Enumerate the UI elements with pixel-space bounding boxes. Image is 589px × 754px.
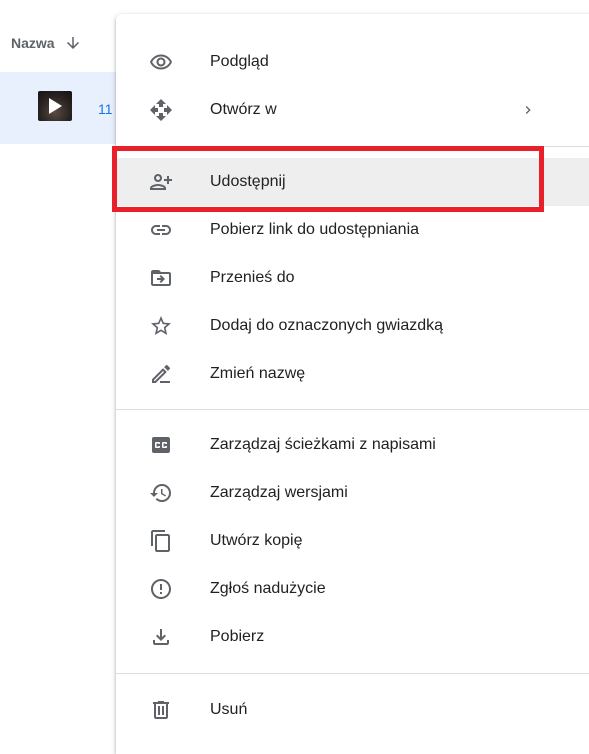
menu-item-manage-captions[interactable]: Zarządzaj ścieżkami z napisami bbox=[116, 421, 589, 469]
arrow-down-icon[interactable] bbox=[64, 34, 82, 52]
menu-item-label: Otwórz w bbox=[210, 101, 277, 118]
video-play-icon bbox=[38, 91, 72, 121]
menu-item-make-copy[interactable]: Utwórz kopię bbox=[116, 517, 589, 565]
eye-icon bbox=[149, 50, 173, 74]
context-menu: Podgląd Otwórz w Udostępnij Pobierz link… bbox=[116, 14, 589, 754]
menu-item-label: Pobierz link do udostępniania bbox=[210, 221, 420, 238]
menu-item-open-with[interactable]: Otwórz w bbox=[116, 86, 589, 134]
menu-item-label: Zgłoś nadużycie bbox=[210, 580, 326, 597]
file-name[interactable]: 11 bbox=[98, 101, 113, 117]
menu-item-get-link[interactable]: Pobierz link do udostępniania bbox=[116, 206, 589, 254]
menu-item-rename[interactable]: Zmień nazwę bbox=[116, 350, 589, 398]
open-with-icon bbox=[149, 98, 173, 122]
download-icon bbox=[149, 625, 173, 649]
history-icon bbox=[149, 481, 173, 505]
menu-item-label: Zarządzaj ścieżkami z napisami bbox=[210, 436, 436, 453]
pencil-icon bbox=[149, 362, 173, 386]
menu-item-move-to[interactable]: Przenieś do bbox=[116, 254, 589, 302]
menu-item-delete[interactable]: Usuń bbox=[116, 686, 589, 734]
report-icon bbox=[149, 577, 173, 601]
menu-divider bbox=[116, 673, 589, 674]
sort-by-name-header[interactable]: Nazwa bbox=[11, 34, 82, 52]
menu-item-label: Podgląd bbox=[210, 53, 269, 70]
menu-item-label: Usuń bbox=[210, 701, 248, 718]
chevron-right-icon bbox=[520, 102, 536, 118]
menu-item-preview[interactable]: Podgląd bbox=[116, 38, 589, 86]
menu-item-add-star[interactable]: Dodaj do oznaczonych gwiazdką bbox=[116, 302, 589, 350]
menu-item-download[interactable]: Pobierz bbox=[116, 613, 589, 661]
link-icon bbox=[149, 218, 173, 242]
menu-item-label: Zarządzaj wersjami bbox=[210, 484, 348, 501]
menu-item-label: Zmień nazwę bbox=[210, 365, 306, 382]
menu-item-label: Przenieś do bbox=[210, 269, 295, 286]
menu-item-label: Pobierz bbox=[210, 628, 265, 645]
move-to-folder-icon bbox=[149, 266, 173, 290]
closed-caption-icon bbox=[149, 433, 173, 457]
menu-item-report-abuse[interactable]: Zgłoś nadużycie bbox=[116, 565, 589, 613]
name-column-label: Nazwa bbox=[11, 35, 55, 51]
menu-item-label: Dodaj do oznaczonych gwiazdką bbox=[210, 317, 444, 334]
star-outline-icon bbox=[149, 314, 173, 338]
trash-icon bbox=[149, 698, 173, 722]
menu-item-manage-versions[interactable]: Zarządzaj wersjami bbox=[116, 469, 589, 517]
menu-divider bbox=[116, 409, 589, 410]
copy-icon bbox=[149, 529, 173, 553]
menu-item-label: Utwórz kopię bbox=[210, 532, 303, 549]
highlight-box bbox=[112, 146, 544, 212]
